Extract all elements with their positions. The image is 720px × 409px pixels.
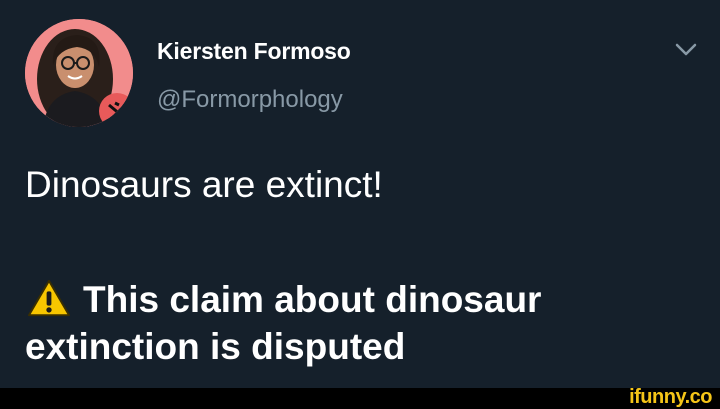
display-name[interactable]: Kiersten Formoso <box>157 38 351 65</box>
disclaimer-text: This claim about dinosaur extinction is … <box>25 279 542 367</box>
warning-icon <box>28 279 70 317</box>
chevron-down-icon[interactable] <box>673 40 699 60</box>
avatar[interactable] <box>25 19 133 127</box>
user-handle[interactable]: @Formorphology <box>157 86 343 114</box>
profile-photo <box>25 19 133 127</box>
footer-bar <box>0 388 720 409</box>
tweet-text: Dinosaurs are extinct! <box>25 164 383 205</box>
tweet-card[interactable]: Kiersten Formoso @Formorphology Dinosaur… <box>0 0 720 388</box>
ifunny-watermark: ifunny.co <box>629 386 712 408</box>
disputed-claim-label: This claim about dinosaur extinction is … <box>25 276 705 370</box>
